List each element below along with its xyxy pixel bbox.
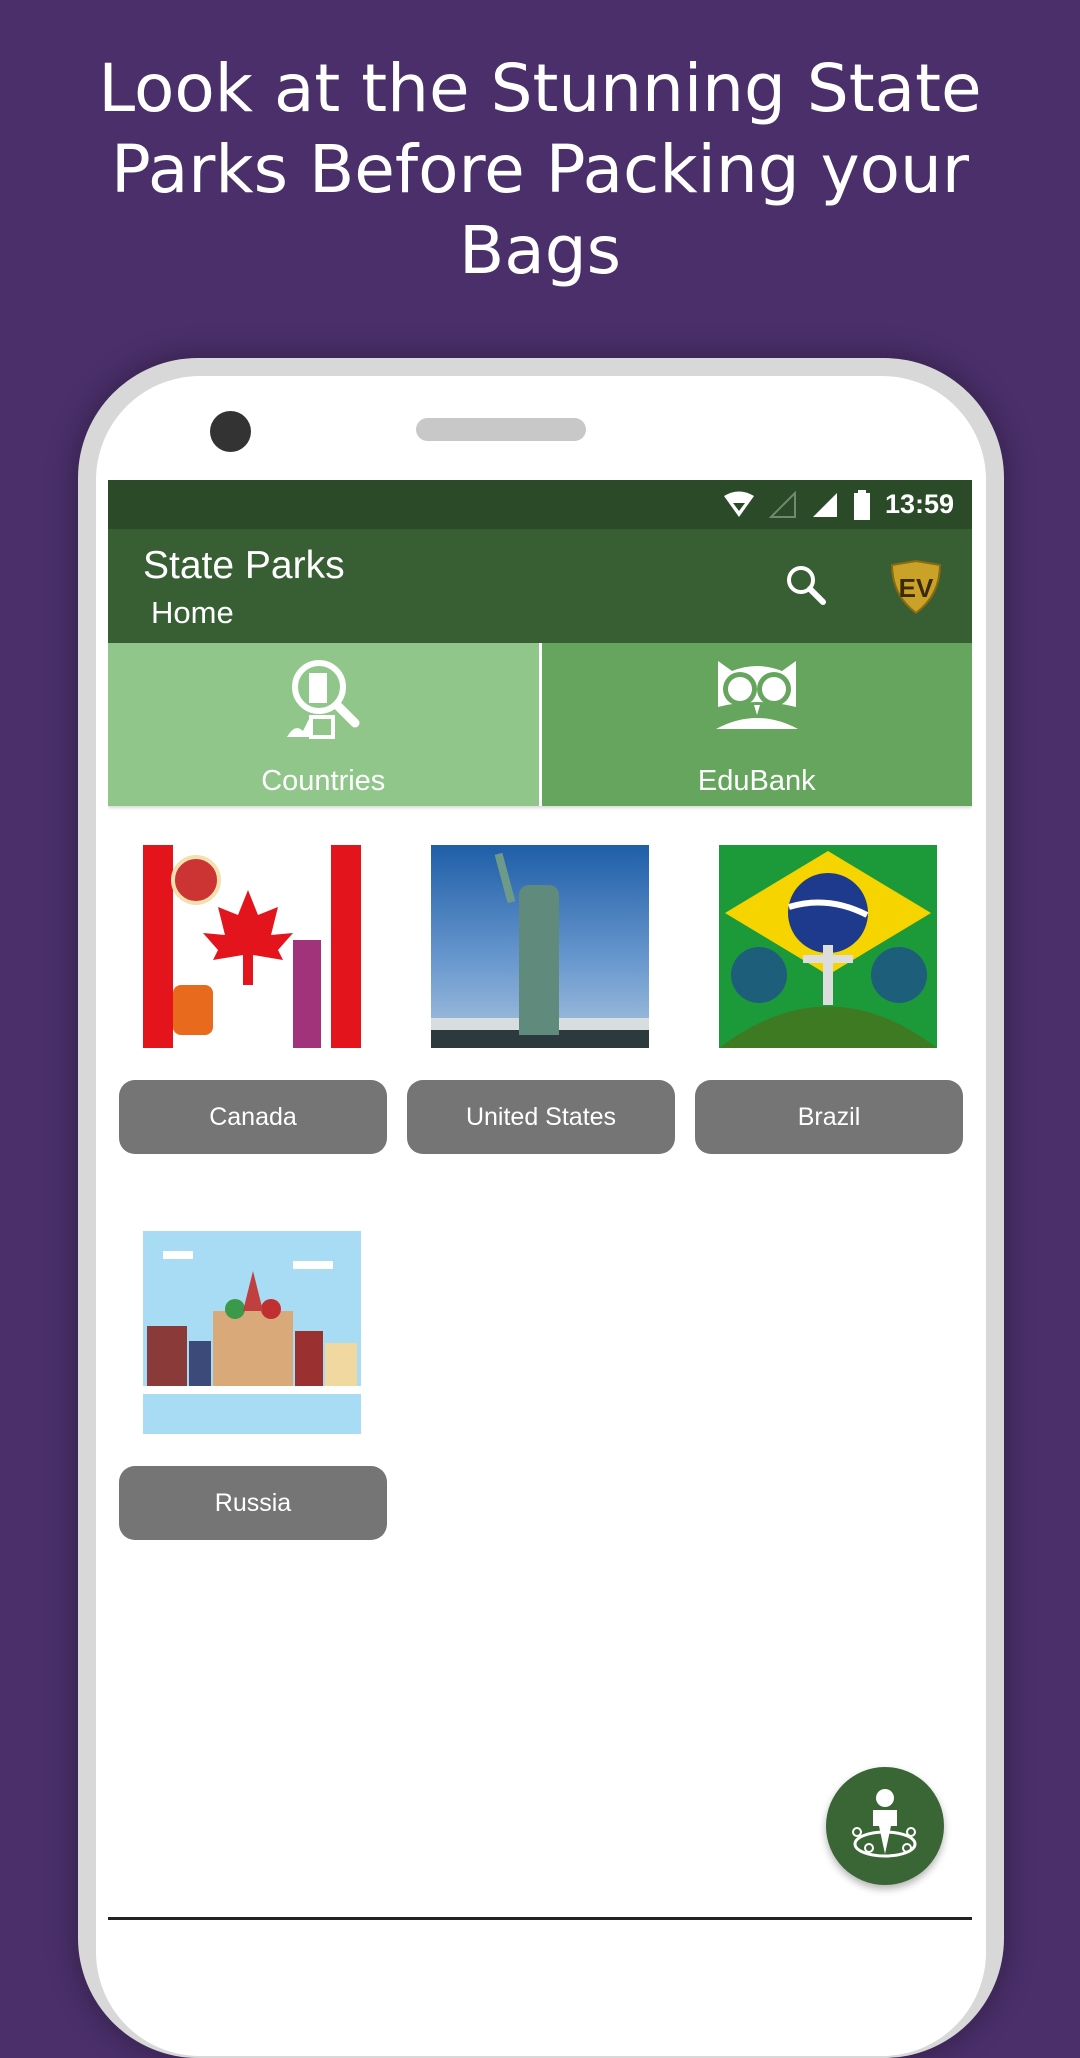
tile-label: Countries <box>261 765 386 797</box>
signal-empty-icon <box>768 490 796 518</box>
tile-countries[interactable]: Countries <box>108 643 542 806</box>
country-button[interactable]: Brazil <box>695 1080 963 1154</box>
svg-text:EV: EV <box>899 573 934 603</box>
tile-edubank[interactable]: EduBank <box>541 643 972 806</box>
canada-image[interactable] <box>143 845 361 1048</box>
country-button[interactable]: Russia <box>119 1466 387 1540</box>
person-locations-icon <box>852 1789 917 1858</box>
country-button[interactable]: Canada <box>119 1080 387 1154</box>
country-button[interactable]: United States <box>407 1080 675 1154</box>
headline-line: Bags <box>458 212 621 289</box>
headline-line: Look at the Stunning State <box>98 50 982 127</box>
headline-line: Parks Before Packing your <box>111 131 969 208</box>
status-bar: 13:59 <box>108 480 972 529</box>
earpiece-speaker <box>416 418 586 441</box>
signal-full-icon <box>812 492 837 517</box>
app-bar: State Parks Home EV <box>108 529 972 643</box>
app-screen: 13:59 State Parks Home EV Countries EduB… <box>108 480 972 1920</box>
nearby-places-fab[interactable] <box>826 1767 944 1885</box>
app-title: State Parks <box>143 544 345 587</box>
tile-bar: Countries EduBank <box>108 643 972 806</box>
promo-headline: Look at the Stunning State Parks Before … <box>60 48 1020 291</box>
brazil-image[interactable] <box>719 845 937 1048</box>
search-icon[interactable] <box>784 563 828 607</box>
battery-icon <box>853 489 870 520</box>
tile-label: EduBank <box>697 765 816 797</box>
city-search-icon <box>287 660 360 739</box>
front-camera <box>210 411 251 452</box>
owl-icon <box>715 661 798 729</box>
ev-logo-icon[interactable]: EV <box>888 559 944 615</box>
russia-image[interactable] <box>143 1231 361 1434</box>
wifi-icon <box>723 491 754 517</box>
united-states-image[interactable] <box>431 845 649 1048</box>
app-subtitle: Home <box>151 595 234 630</box>
clock: 13:59 <box>884 489 954 519</box>
